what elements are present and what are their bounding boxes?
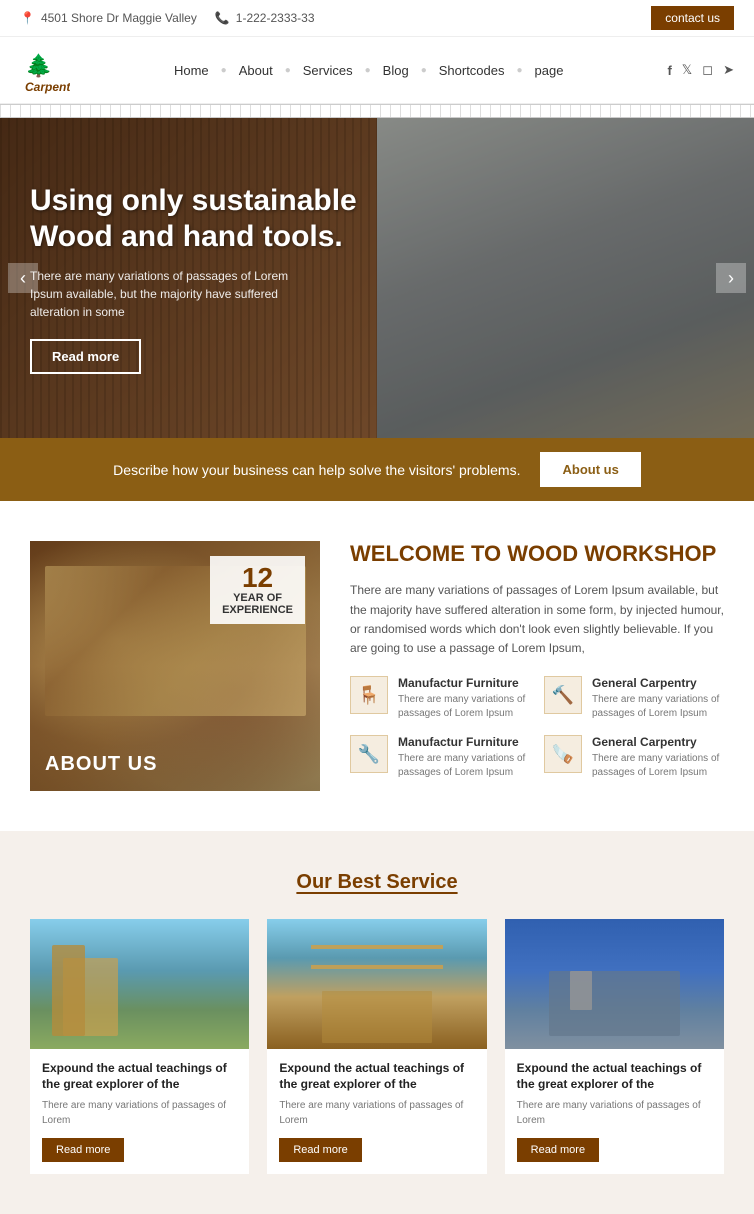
nav-sep-5: ● [517,65,523,76]
feature-text-2: General Carpentry There are many variati… [592,676,724,721]
nav-sep-4: ● [421,65,427,76]
service-card-desc-3: There are many variations of passages of… [517,1098,712,1128]
phone-icon: 📞 [215,11,230,25]
hero-prev-button[interactable]: ‹ [8,263,38,293]
hero-bottom-bar: Describe how your business can help solv… [0,438,754,501]
top-bar-right: contact us [651,6,734,30]
nav-sep-2: ● [285,65,291,76]
nav-about[interactable]: About [231,59,281,82]
about-description: There are many variations of passages of… [350,581,724,658]
service-body-2: Expound the actual teachings of the grea… [267,1049,486,1174]
feature-icon-3: 🔧 [350,735,388,773]
services-title: Our Best Service [30,871,724,894]
service-body-1: Expound the actual teachings of the grea… [30,1049,249,1174]
facebook-icon[interactable]: f [667,63,671,78]
feature-desc-4: There are many variations of passages of… [592,752,724,780]
about-features: 🪑 Manufactur Furniture There are many va… [350,676,724,780]
feature-title-3: Manufactur Furniture [398,735,530,749]
nav-shortcodes[interactable]: Shortcodes [431,59,513,82]
service-card-title-1: Expound the actual teachings of the grea… [42,1061,237,1092]
feature-item-2: 🔨 General Carpentry There are many varia… [544,676,724,721]
service-body-3: Expound the actual teachings of the grea… [505,1049,724,1174]
feature-title-2: General Carpentry [592,676,724,690]
feature-title-1: Manufactur Furniture [398,676,530,690]
feature-text-1: Manufactur Furniture There are many vari… [398,676,530,721]
service-card-1: Expound the actual teachings of the grea… [30,919,249,1174]
about-label-bold: US [128,753,158,775]
service-card-title-3: Expound the actual teachings of the grea… [517,1061,712,1092]
hero-read-more-button[interactable]: Read more [30,339,141,374]
feature-desc-1: There are many variations of passages of… [398,693,530,721]
pin-icon: 📍 [20,11,35,25]
service-card-desc-1: There are many variations of passages of… [42,1098,237,1128]
about-content: WELCOME TO WOOD WORKSHOP There are many … [350,541,724,791]
feature-item-1: 🪑 Manufactur Furniture There are many va… [350,676,530,721]
feature-title-4: General Carpentry [592,735,724,749]
service-read-more-1[interactable]: Read more [42,1138,124,1162]
nav-blog[interactable]: Blog [375,59,417,82]
feature-text-4: General Carpentry There are many variati… [592,735,724,780]
nav-services[interactable]: Services [295,59,361,82]
services-grid: Expound the actual teachings of the grea… [30,919,724,1174]
about-badge-number: 12 [222,564,293,592]
ruler [0,104,754,118]
telegram-icon[interactable]: ➤ [723,62,734,78]
hero-content: Using only sustainable Wood and hand too… [0,118,415,438]
svg-text:Carpentry: Carpentry [25,80,70,94]
about-badge-line2: EXPERIENCE [222,604,293,616]
feature-desc-3: There are many variations of passages of… [398,752,530,780]
service-card-2: Expound the actual teachings of the grea… [267,919,486,1174]
twitter-icon[interactable]: 𝕏 [682,62,692,78]
about-us-label: ABOUT US [45,753,157,776]
service-image-3 [505,919,724,1049]
feature-icon-2: 🔨 [544,676,582,714]
logo-icon: 🌲 Carpentry [20,45,70,95]
nav-home[interactable]: Home [166,59,217,82]
logo: 🌲 Carpentry [20,45,70,95]
hero-subtitle: There are many variations of passages of… [30,267,310,321]
nav-links: Home ● About ● Services ● Blog ● Shortco… [166,59,571,82]
hero-next-button[interactable]: › [716,263,746,293]
phone-text: 1-222-2333-33 [236,11,315,25]
about-label-normal: ABOUT [45,753,128,775]
feature-icon-1: 🪑 [350,676,388,714]
hero-bottom-text: Describe how your business can help solv… [113,462,520,478]
service-read-more-3[interactable]: Read more [517,1138,599,1162]
nav-page[interactable]: page [527,59,572,82]
hero-title: Using only sustainable Wood and hand too… [30,183,385,255]
instagram-icon[interactable]: ◻ [702,62,713,78]
nav-sep-3: ● [365,65,371,76]
service-read-more-2[interactable]: Read more [279,1138,361,1162]
about-image-wrap: ABOUT US 12 YEAR OF EXPERIENCE [30,541,320,791]
address-text: 4501 Shore Dr Maggie Valley [41,11,197,25]
about-title: WELCOME TO WOOD WORKSHOP [350,541,724,567]
hero-section: Using only sustainable Wood and hand too… [0,118,754,438]
about-badge-line1: YEAR OF [233,592,282,604]
service-image-1 [30,919,249,1049]
feature-text-3: Manufactur Furniture There are many vari… [398,735,530,780]
top-bar: 📍 4501 Shore Dr Maggie Valley 📞 1-222-23… [0,0,754,37]
about-us-button[interactable]: About us [540,452,640,487]
feature-item-3: 🔧 Manufactur Furniture There are many va… [350,735,530,780]
feature-desc-2: There are many variations of passages of… [592,693,724,721]
about-badge: 12 YEAR OF EXPERIENCE [210,556,305,624]
service-card-3: Expound the actual teachings of the grea… [505,919,724,1174]
feature-item-4: 🪚 General Carpentry There are many varia… [544,735,724,780]
contact-us-button[interactable]: contact us [651,6,734,30]
services-section: Our Best Service Expound the actual teac… [0,831,754,1214]
svg-text:🌲: 🌲 [25,53,52,78]
service-image-2 [267,919,486,1049]
about-section: ABOUT US 12 YEAR OF EXPERIENCE WELCOME T… [0,501,754,831]
top-bar-address-section: 📍 4501 Shore Dr Maggie Valley 📞 1-222-23… [20,11,315,25]
nav-sep-1: ● [221,65,227,76]
social-icons: f 𝕏 ◻ ➤ [667,62,734,78]
service-card-desc-2: There are many variations of passages of… [279,1098,474,1128]
feature-icon-4: 🪚 [544,735,582,773]
nav-bar: 🌲 Carpentry Home ● About ● Services ● Bl… [0,37,754,104]
service-card-title-2: Expound the actual teachings of the grea… [279,1061,474,1092]
